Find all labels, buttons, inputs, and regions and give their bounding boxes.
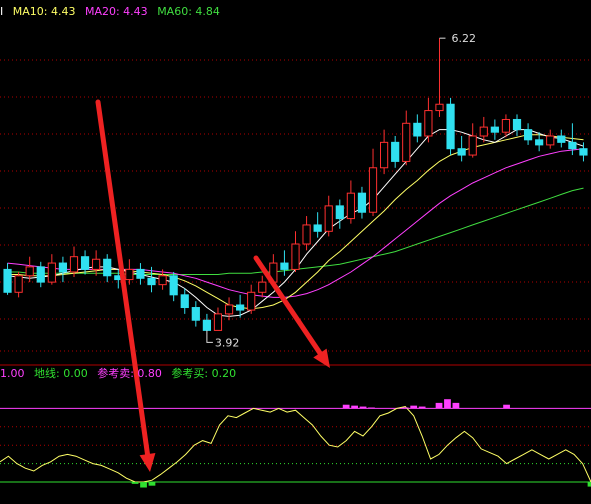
candle-up bbox=[324, 205, 333, 232]
candle-down bbox=[490, 126, 499, 133]
candle-down bbox=[202, 319, 211, 331]
sell-signal-bar bbox=[342, 404, 350, 409]
candle-down bbox=[36, 266, 45, 283]
candle-down bbox=[512, 118, 522, 131]
ma5-label-fragment: I bbox=[0, 5, 4, 18]
stock-chart: 6.22 3.92 bbox=[0, 32, 591, 488]
candle-up bbox=[213, 313, 223, 331]
candle-down bbox=[523, 129, 533, 141]
candle-down bbox=[413, 122, 422, 137]
candle-down bbox=[169, 275, 178, 296]
sell-signal-bar bbox=[410, 405, 418, 409]
candle-down bbox=[147, 277, 156, 286]
ma20-label: MA20: 4.43 bbox=[84, 5, 148, 18]
oscillator-line bbox=[0, 406, 591, 483]
candle-up bbox=[479, 126, 488, 137]
candle-down bbox=[335, 205, 344, 220]
ma-legend: I MA10: 4.43 MA20: 4.43 MA60: 4.84 bbox=[0, 5, 226, 19]
buy-signal-bar bbox=[587, 482, 591, 487]
sell-signal-bar bbox=[368, 407, 375, 409]
ma60-label: MA60: 4.84 bbox=[157, 5, 220, 18]
candle-down bbox=[280, 262, 289, 270]
candle-down bbox=[313, 224, 322, 232]
candle-down bbox=[191, 307, 200, 321]
sell-signal-bar bbox=[435, 402, 443, 409]
candle-up bbox=[158, 275, 167, 286]
candle-down bbox=[236, 304, 245, 311]
candle-up bbox=[501, 118, 511, 133]
buy-signal-bar bbox=[131, 482, 139, 484]
candle-down bbox=[579, 148, 588, 156]
low-price-label: 3.92 bbox=[215, 336, 240, 349]
sell-signal-bar bbox=[503, 404, 510, 409]
ma20-line bbox=[7, 148, 584, 298]
sell-signal-bar bbox=[351, 405, 358, 409]
candle-up bbox=[258, 281, 267, 293]
sell-signal-bar bbox=[444, 399, 451, 409]
candle-down bbox=[535, 139, 544, 146]
ref-buy-label: 参考买: 0.20 bbox=[171, 367, 237, 380]
sell-signal-bar bbox=[359, 406, 367, 409]
ref-sell-label: 参考卖: 0.80 bbox=[97, 367, 162, 380]
candle-up bbox=[69, 256, 79, 273]
candle-up bbox=[25, 266, 34, 277]
candle-up bbox=[224, 304, 234, 315]
candle-up bbox=[125, 268, 134, 281]
candle-down bbox=[457, 148, 466, 156]
candle-up bbox=[291, 243, 300, 270]
sell-signal-bar bbox=[401, 407, 409, 409]
candle-up bbox=[346, 192, 355, 220]
candle-up bbox=[14, 275, 23, 293]
candle-up bbox=[402, 122, 411, 162]
candle-down bbox=[357, 192, 367, 213]
candle-up bbox=[380, 141, 389, 169]
high-price-label: 6.22 bbox=[451, 32, 476, 45]
candle-up bbox=[435, 103, 444, 112]
low-marker bbox=[206, 330, 213, 343]
indicator-legend: 1.00 地线: 0.00 参考卖: 0.80 参考买: 0.20 bbox=[0, 367, 242, 381]
buy-signal-bar bbox=[140, 482, 147, 488]
candle-down bbox=[58, 262, 68, 273]
candle-down bbox=[557, 135, 566, 143]
buy-signal-arrow-head bbox=[139, 453, 156, 472]
candle-down bbox=[446, 103, 455, 150]
candle-up bbox=[546, 135, 555, 146]
ma10-line bbox=[7, 134, 584, 310]
candle-up bbox=[247, 291, 256, 311]
candle-up bbox=[302, 224, 311, 245]
candle-up bbox=[92, 258, 101, 270]
candle-down bbox=[136, 268, 145, 279]
indicator-line1-label: 1.00 bbox=[0, 367, 25, 380]
sell-signal-bar bbox=[418, 406, 426, 409]
candle-up bbox=[424, 110, 433, 137]
candle-down bbox=[391, 141, 400, 162]
candle-up bbox=[47, 262, 56, 283]
candle-down bbox=[80, 256, 90, 270]
buy-signal-bar bbox=[148, 482, 156, 486]
candle-down bbox=[3, 268, 12, 293]
candle-down bbox=[103, 258, 112, 277]
ma5-line bbox=[7, 129, 584, 317]
ma10-label: MA10: 4.43 bbox=[12, 5, 76, 18]
candle-up bbox=[468, 135, 477, 156]
sell-signal-arrow-shaft bbox=[253, 255, 323, 356]
ground-line-label: 地线: 0.00 bbox=[34, 367, 88, 380]
candle-down bbox=[180, 294, 189, 309]
candle-down bbox=[568, 141, 577, 150]
sell-signal-bar bbox=[452, 402, 460, 409]
candle-up bbox=[368, 167, 378, 213]
